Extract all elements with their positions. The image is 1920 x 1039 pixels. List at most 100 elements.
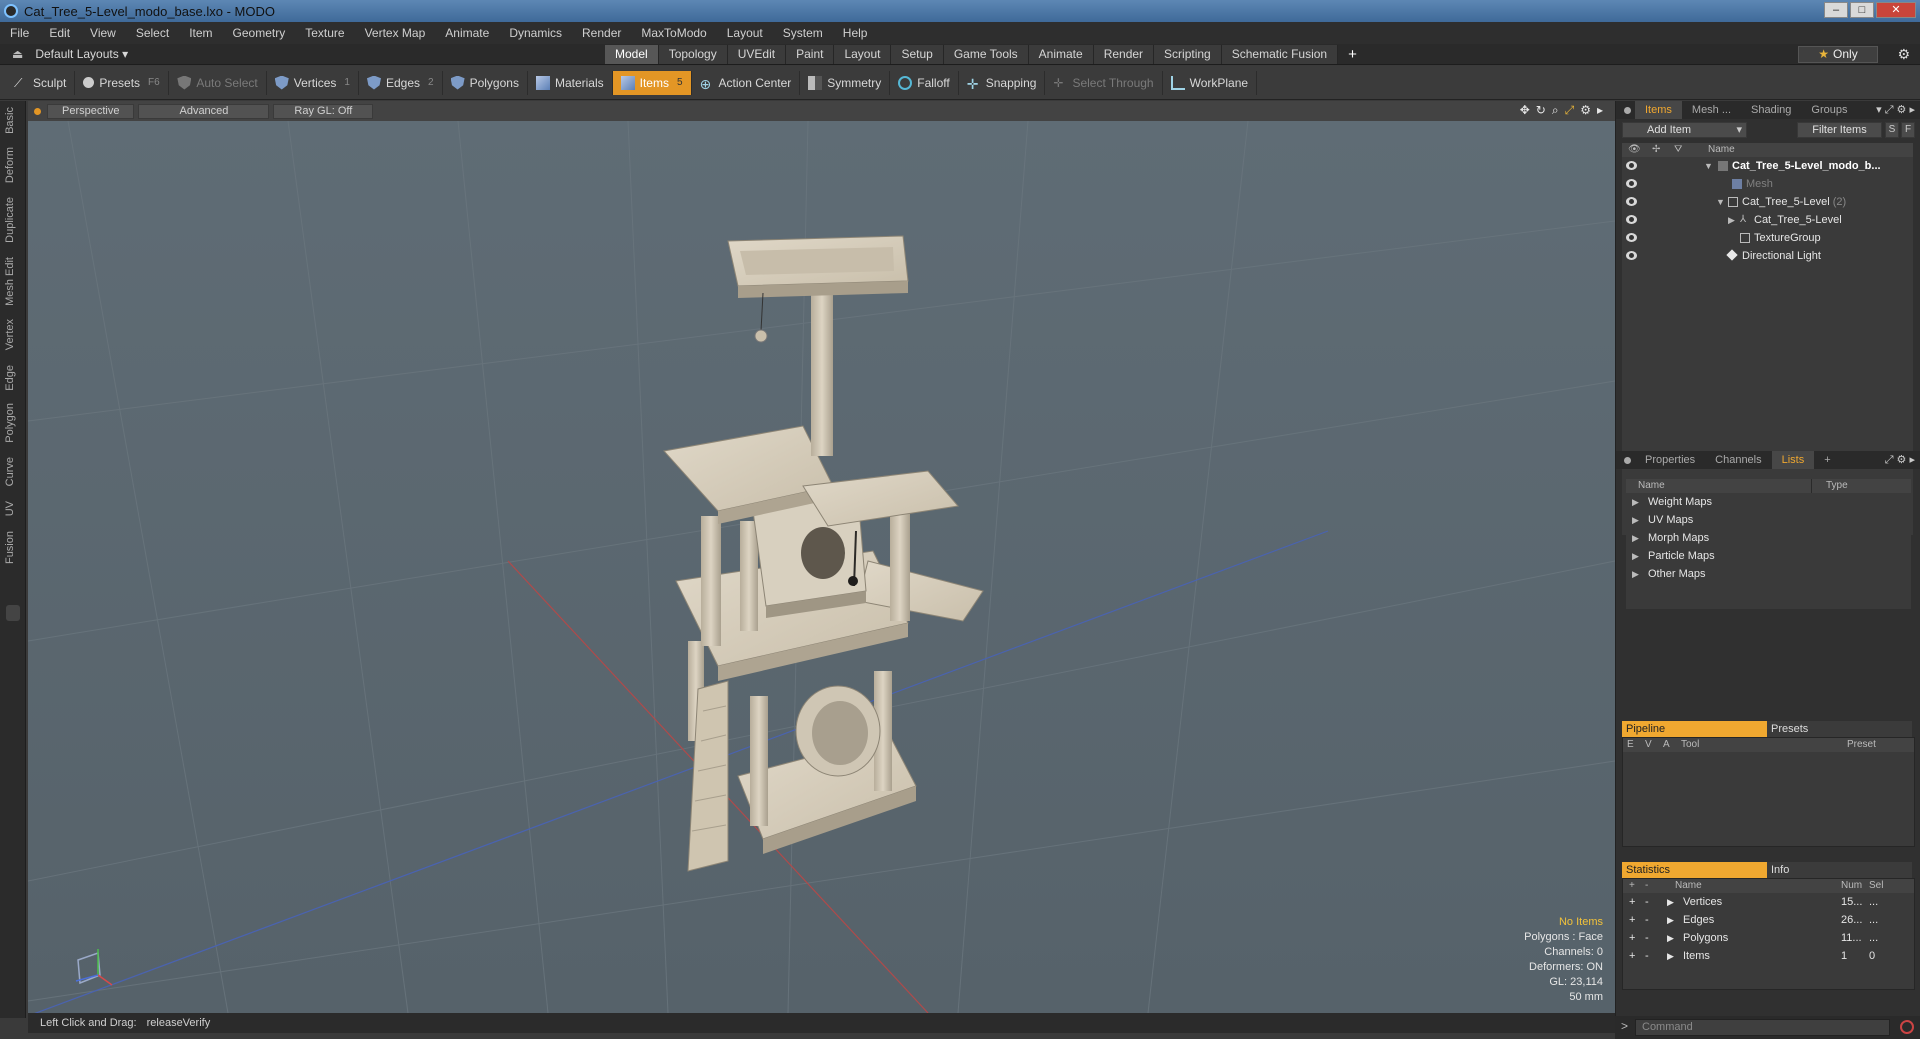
filter-items-button[interactable]: Filter Items [1797,122,1882,138]
tab-polygon[interactable]: Polygon [4,403,16,443]
expand-arrow-icon[interactable]: ▼ [1704,157,1713,175]
stats-row-vertices[interactable]: + - ▶ Vertices 15... ... [1623,893,1914,911]
remove-icon[interactable]: - [1645,929,1649,947]
menu-help[interactable]: Help [833,26,878,40]
tab-game-tools[interactable]: Game Tools [943,45,1029,64]
expand-arrow-icon[interactable]: ▶ [1667,947,1674,965]
gear-icon[interactable]: ⚙ [1897,46,1910,63]
action-center-button[interactable]: ⊕ Action Center [692,70,801,95]
menu-maxtomodo[interactable]: MaxToModo [631,26,716,40]
default-layouts-dropdown[interactable]: ⏏ Default Layouts ▾ [12,47,128,61]
s-toggle-button[interactable]: S [1885,122,1899,138]
expand-arrow-icon[interactable]: ▶ [1632,511,1639,529]
eye-icon[interactable] [1626,197,1637,206]
tab-vertex[interactable]: Vertex [4,319,16,350]
falloff-button[interactable]: Falloff [890,70,959,95]
sculpt-button[interactable]: ⟋ Sculpt [6,70,76,95]
list-item-other-maps[interactable]: ▶ Other Maps [1626,565,1911,583]
maximize-view-icon[interactable]: ⤢ [1565,103,1575,118]
vertices-button[interactable]: Vertices 1 [267,70,359,95]
stats-row-items[interactable]: + - ▶ Items 1 0 [1623,947,1914,965]
add-tab-button[interactable]: + [1338,45,1367,64]
eye-icon[interactable] [1626,179,1637,188]
add-icon[interactable]: + [1629,911,1635,929]
tab-lists[interactable]: Lists [1771,451,1815,469]
expand-arrow-icon[interactable]: ▶ [1728,211,1735,229]
lists-type-header[interactable]: Type [1826,479,1848,493]
zoom-icon[interactable]: ⌕ [1552,103,1559,118]
tab-items[interactable]: Items [1635,101,1682,119]
rotate-icon[interactable]: ↻ [1536,103,1546,118]
raygl-button[interactable]: Ray GL: Off [273,103,374,119]
panel-options-icons[interactable]: ▾ ⤢ ⚙ ▸ [1876,103,1915,117]
add-icon[interactable]: + [1629,893,1635,911]
materials-button[interactable]: Materials [528,70,613,95]
tree-row-locator[interactable]: ▶ ⅄ Cat_Tree_5-Level [1622,211,1913,229]
tree-row-mesh[interactable]: Mesh [1622,175,1913,193]
tab-shading[interactable]: Shading [1741,101,1801,119]
menu-dynamics[interactable]: Dynamics [499,26,572,40]
stop-icon[interactable] [1900,1020,1914,1034]
expand-arrow-icon[interactable]: ▶ [1667,929,1674,947]
tab-uv[interactable]: UV [4,501,16,516]
stats-row-edges[interactable]: + - ▶ Edges 26... ... [1623,911,1914,929]
tab-paint[interactable]: Paint [786,45,835,64]
col-name[interactable]: Name [1675,879,1702,893]
tab-basic[interactable]: Basic [4,107,16,134]
lists-name-header[interactable]: Name [1638,479,1665,493]
add-icon[interactable]: + [1629,929,1635,947]
tab-scripting[interactable]: Scripting [1154,45,1222,64]
tab-properties[interactable]: Properties [1635,451,1705,469]
tree-row-scene[interactable]: ▼ Cat_Tree_5-Level_modo_b... [1622,157,1913,175]
tab-presets[interactable]: Presets [1767,721,1912,737]
panel-menu-dot[interactable] [1624,106,1631,114]
only-button[interactable]: ★ Only [1798,46,1878,63]
pan-icon[interactable]: ✥ [1520,103,1530,118]
tab-setup[interactable]: Setup [891,45,944,64]
expand-arrow-icon[interactable]: ▶ [1632,493,1639,511]
tab-deform[interactable]: Deform [4,147,16,183]
advanced-button[interactable]: Advanced [138,103,270,119]
select-through-button[interactable]: ✛ Select Through [1045,70,1163,95]
remove-icon[interactable]: - [1645,947,1649,965]
tab-pipeline[interactable]: Pipeline [1622,721,1767,737]
tab-duplicate[interactable]: Duplicate [4,197,16,243]
strip-toggle-button[interactable] [6,605,20,621]
tab-curve[interactable]: Curve [4,457,16,486]
eye-icon[interactable] [1626,215,1637,224]
tree-row-group[interactable]: ▼ Cat_Tree_5-Level (2) [1622,193,1913,211]
tab-uvedit[interactable]: UVEdit [727,45,787,64]
snapping-button[interactable]: ✛ Snapping [959,70,1046,95]
col-tool[interactable]: Tool [1681,738,1699,752]
command-input[interactable]: Command [1635,1019,1890,1036]
col-sel[interactable]: Sel [1869,879,1883,893]
col-add[interactable]: + [1629,879,1635,893]
workplane-button[interactable]: WorkPlane [1163,70,1258,95]
tab-fusion[interactable]: Fusion [4,531,16,564]
list-item-weight-maps[interactable]: ▶ Weight Maps [1626,493,1911,511]
eye-icon[interactable] [1626,251,1637,260]
col-preset[interactable]: Preset [1847,738,1876,752]
tab-schematic-fusion[interactable]: Schematic Fusion [1221,45,1339,64]
eye-icon[interactable] [1626,233,1637,242]
tab-statistics[interactable]: Statistics [1622,862,1767,878]
list-item-particle-maps[interactable]: ▶ Particle Maps [1626,547,1911,565]
add-item-button[interactable]: Add Item ▾ [1622,122,1747,138]
presets-button[interactable]: Presets F6 [75,70,170,95]
maximize-button[interactable]: □ [1850,2,1874,18]
expand-arrow-icon[interactable]: ▶ [1632,529,1639,547]
close-button[interactable]: ✕ [1876,2,1916,18]
remove-icon[interactable]: - [1645,911,1649,929]
f-toggle-button[interactable]: F [1901,122,1915,138]
stats-row-polygons[interactable]: + - ▶ Polygons 11... ... [1623,929,1914,947]
polygons-button[interactable]: Polygons [443,70,528,95]
tab-info[interactable]: Info [1767,862,1912,878]
expand-arrow-icon[interactable]: ▼ [1716,193,1725,211]
menu-edit[interactable]: Edit [39,26,80,40]
tab-groups[interactable]: Groups [1801,101,1857,119]
minimize-button[interactable]: – [1824,2,1848,18]
expand-arrow-icon[interactable]: ▶ [1632,565,1639,583]
tab-mesh-edit[interactable]: Mesh Edit [4,257,16,306]
tab-render[interactable]: Render [1093,45,1155,64]
col-e[interactable]: E [1627,738,1634,752]
